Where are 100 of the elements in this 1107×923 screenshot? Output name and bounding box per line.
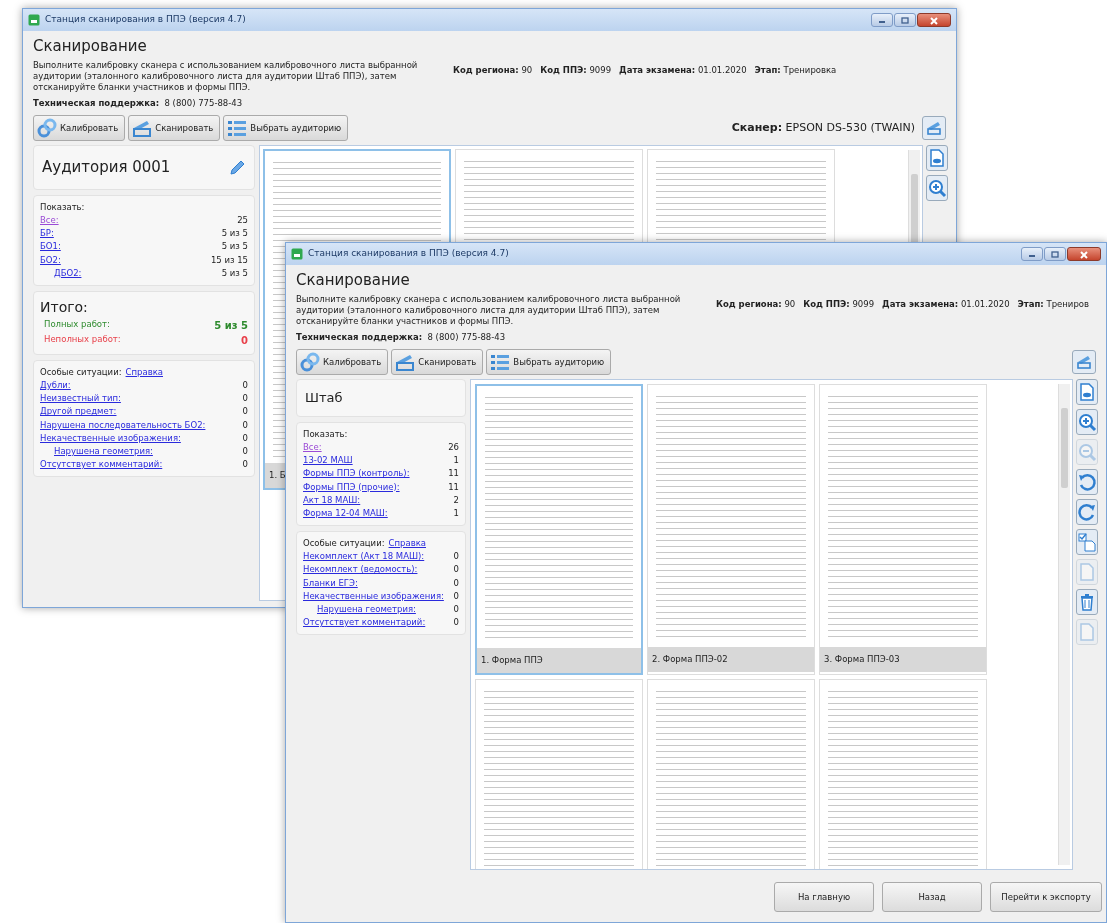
maximize-button[interactable] xyxy=(1044,247,1066,261)
support-phone: Техническая поддержка: 8 (800) 775-88-43 xyxy=(32,96,244,110)
filter-link[interactable]: Нарушена геометрия: xyxy=(40,444,153,459)
instruction-text: Выполните калибровку сканера с использованием калибровочного листа выбранной аудитории (эталонного калибровочного листа для аудитории Штаб ППЭ), затем отсканируйте бланки участников и формы ППЭ. xyxy=(296,293,682,327)
maximize-button[interactable] xyxy=(894,13,916,27)
filter-link[interactable]: Некачественные изображения: xyxy=(303,589,444,603)
count-value: 0 xyxy=(242,418,248,432)
totals-value: 0 xyxy=(241,334,248,349)
pencil-icon[interactable] xyxy=(228,158,246,177)
count-value: 26 xyxy=(448,441,459,455)
room-name: Аудитория 0001 xyxy=(42,157,171,179)
count-value: 0 xyxy=(453,616,459,630)
count-value: 0 xyxy=(453,550,459,564)
section-label: Показать: xyxy=(40,200,86,214)
filter-link[interactable]: БО2: xyxy=(40,253,61,267)
window-title: Станция сканирования в ППЭ (версия 4.7) xyxy=(45,13,246,27)
filter-link[interactable]: Все: xyxy=(40,214,59,228)
help-link[interactable]: Справка xyxy=(125,365,163,380)
filter-link[interactable]: Некачественные изображения: xyxy=(40,431,181,445)
count-value: 0 xyxy=(453,589,459,603)
filter-link[interactable]: Отсутствует комментарий: xyxy=(40,458,163,472)
filter-link[interactable]: Некомплект (Акт 18 МАШ): xyxy=(303,550,425,564)
app-icon xyxy=(28,14,40,26)
document-icon xyxy=(1077,562,1097,583)
count-value: 0 xyxy=(453,576,459,590)
count-value: 0 xyxy=(242,405,248,419)
rotate-left-button[interactable] xyxy=(1076,469,1098,496)
filter-link[interactable]: Дубли: xyxy=(40,379,71,393)
filter-link[interactable]: ДБО2: xyxy=(40,266,82,280)
exam-info: Код ППЭ: 9099 xyxy=(540,64,612,78)
filter-link[interactable]: Бланки ЕГЭ: xyxy=(303,576,358,590)
thumbnail-caption: 2. Форма ППЭ-02 xyxy=(648,647,814,673)
zoom-in-icon xyxy=(927,178,947,199)
rotate-right-icon xyxy=(1077,502,1097,523)
rotate-right-button[interactable] xyxy=(1076,499,1098,526)
zoom-in-button[interactable] xyxy=(926,175,948,202)
app-icon xyxy=(291,248,303,260)
rotate-left-icon xyxy=(1077,472,1097,493)
filter-link[interactable]: Нарушена последовательность БО2: xyxy=(40,418,206,432)
list-icon xyxy=(227,118,248,139)
filter-link[interactable]: БР: xyxy=(40,227,54,241)
check-button[interactable] xyxy=(1076,529,1098,556)
thumbnail-card[interactable]: 2. Форма ППЭ-02 xyxy=(647,384,815,676)
minimize-button[interactable] xyxy=(871,13,893,27)
exam-info: Дата экзамена: 01.01.2020 xyxy=(619,64,747,78)
scanner-settings-button[interactable] xyxy=(922,116,946,141)
room-name: Штаб xyxy=(305,389,343,408)
view-button[interactable] xyxy=(926,145,948,172)
filter-link[interactable]: Неизвестный тип: xyxy=(40,392,121,406)
exam-info: Код региона: 90 xyxy=(453,64,533,78)
filter-link[interactable]: Нарушена геометрия: xyxy=(303,602,416,617)
calibrate-button[interactable]: Калибровать xyxy=(296,349,389,376)
scanner-settings-button[interactable] xyxy=(1072,350,1096,375)
filter-link[interactable]: Отсутствует комментарий: xyxy=(303,616,426,630)
help-link[interactable]: Справка xyxy=(388,537,426,551)
section-label: Показать: xyxy=(303,427,349,441)
scanner-icon xyxy=(926,120,942,137)
footer-button[interactable]: На главную xyxy=(774,882,874,912)
thumbnail-caption: 1. Форма ППЭ xyxy=(477,648,641,674)
trash-button[interactable] xyxy=(1076,589,1098,616)
count-value: 11 xyxy=(448,467,459,481)
filter-link[interactable]: Все: xyxy=(303,441,322,455)
thumbnail-card[interactable]: 3. Форма ППЭ-03 xyxy=(819,384,987,676)
close-button[interactable] xyxy=(1067,247,1101,261)
filter-link[interactable]: БО1: xyxy=(40,240,61,254)
count-value: 11 xyxy=(448,480,459,494)
scanner-icon xyxy=(1076,354,1092,371)
document-eye-icon xyxy=(927,148,947,169)
scanner-icon xyxy=(132,118,153,139)
calibrate-button[interactable]: Калибровать xyxy=(33,115,126,142)
totals-label: Неполных работ: xyxy=(44,333,121,347)
count-value: 5 из 5 xyxy=(221,266,248,280)
filter-link[interactable]: Другой предмет: xyxy=(40,405,117,419)
footer-button[interactable]: Перейти к экспорту xyxy=(990,882,1102,912)
zoom-in-button[interactable] xyxy=(1076,409,1098,436)
minimize-button[interactable] xyxy=(1021,247,1043,261)
scanner-name: Сканер: EPSON DS-530 (TWAIN) xyxy=(731,120,915,137)
totals-heading: Итого: xyxy=(40,297,89,317)
exam-info: Код региона: 90 xyxy=(716,298,796,312)
scrollbar[interactable] xyxy=(1058,384,1070,865)
filter-link[interactable]: Формы ППЭ (контроль): xyxy=(303,467,410,481)
count-value: 0 xyxy=(242,444,248,458)
list-button[interactable]: Выбрать аудиторию xyxy=(486,349,612,376)
list-button[interactable]: Выбрать аудиторию xyxy=(223,115,349,142)
totals-label: Полных работ: xyxy=(44,317,110,331)
thumbnail-card[interactable]: 1. Форма ППЭ xyxy=(475,384,643,676)
footer-button[interactable]: Назад xyxy=(882,882,982,912)
exam-info: Код ППЭ: 9099 xyxy=(803,298,875,312)
close-button[interactable] xyxy=(917,13,951,27)
scan-button[interactable]: Сканировать xyxy=(391,349,484,376)
count-value: 2 xyxy=(453,493,459,507)
count-value: 0 xyxy=(242,431,248,445)
count-value: 0 xyxy=(453,602,459,616)
close-icon xyxy=(1080,250,1088,259)
filter-link[interactable]: Форма 12-04 МАШ: xyxy=(303,506,388,521)
link-icon xyxy=(300,352,320,373)
filter-link[interactable]: Некомплект (ведомость): xyxy=(303,563,418,577)
filter-link[interactable]: Акт 18 МАШ: xyxy=(303,493,361,507)
scan-button[interactable]: Сканировать xyxy=(128,115,221,142)
view-button[interactable] xyxy=(1076,379,1098,406)
